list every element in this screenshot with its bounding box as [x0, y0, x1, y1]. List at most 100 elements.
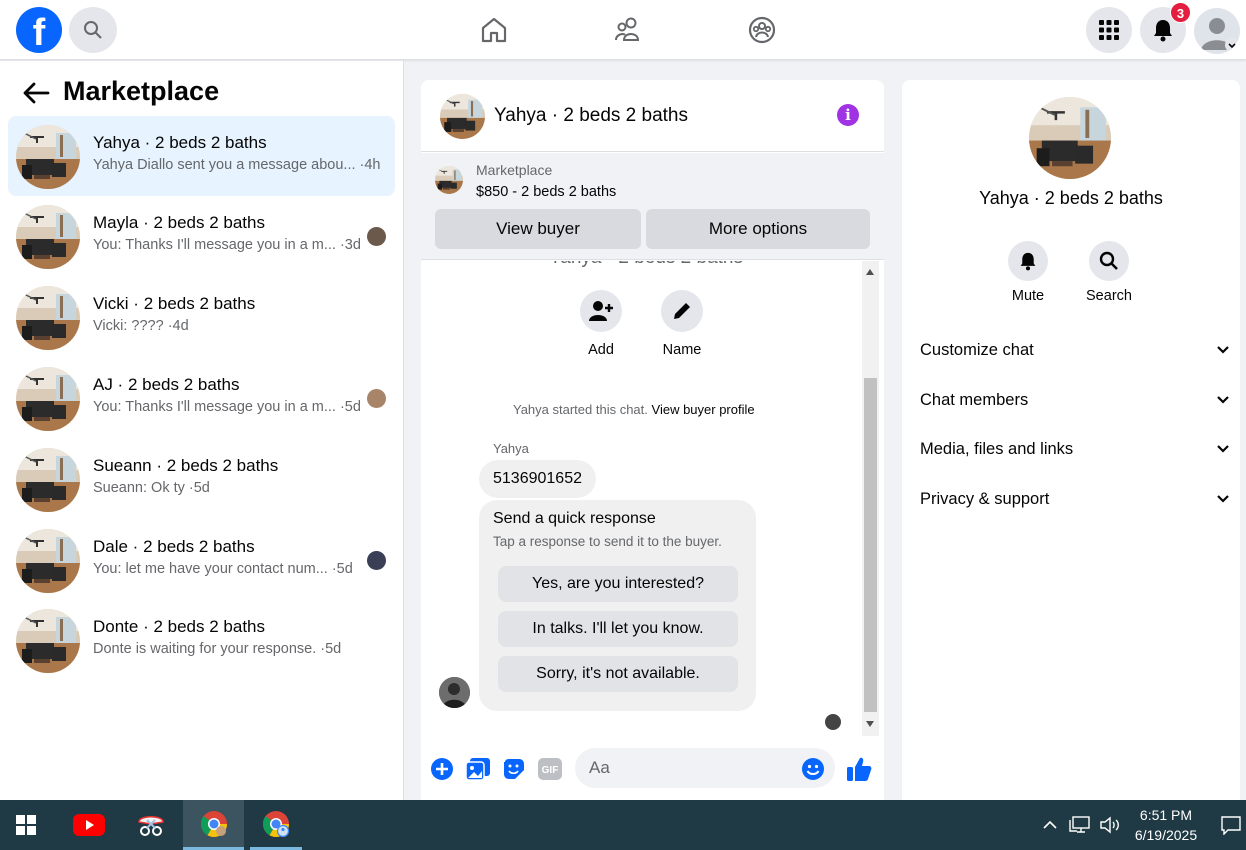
conversation-name: AJ · 2 beds 2 baths — [93, 375, 240, 394]
show-hidden-icons-button[interactable] — [1038, 800, 1062, 850]
chrome-profile-taskbar-button[interactable] — [250, 800, 302, 850]
listing-thumbnail — [16, 286, 80, 350]
section-label: Customize chat — [920, 340, 1034, 359]
view-buyer-button[interactable]: View buyer — [435, 209, 641, 249]
clock-time: 6:51 PM — [1139, 807, 1193, 823]
scroll-thumb[interactable] — [864, 378, 877, 712]
conversation-snippet: You: Thanks I'll message you in a m... ·… — [93, 399, 361, 415]
back-arrow-icon[interactable] — [22, 81, 50, 105]
search-action[interactable]: Search — [1079, 241, 1139, 304]
scroll-down-arrow[interactable] — [866, 721, 874, 727]
mute-action[interactable]: Mute — [998, 241, 1058, 304]
quick-response-button[interactable]: In talks. I'll let you know. — [498, 611, 738, 647]
conversation-name: Sueann · 2 beds 2 baths — [93, 456, 279, 475]
chrome-taskbar-button[interactable] — [183, 800, 244, 850]
section-label: Media, files and links — [920, 439, 1074, 458]
search-icon — [1099, 251, 1118, 270]
home-tab[interactable] — [476, 12, 512, 48]
privacy-support-section[interactable]: Privacy & support — [920, 482, 1230, 516]
gif-icon: GIF — [538, 758, 562, 780]
conversation-name: Donte · 2 beds 2 baths — [93, 617, 266, 636]
sender-name: Yahya — [493, 441, 529, 456]
listing-thumbnail — [16, 205, 80, 269]
conversation-snippet: Donte is waiting for your response. ·5d — [93, 641, 342, 657]
system-clock[interactable]: 6:51 PM 6/19/2025 — [1126, 805, 1206, 845]
more-options-button[interactable]: More options — [646, 209, 870, 249]
scissors-icon — [138, 816, 164, 836]
sender-avatar[interactable] — [439, 677, 470, 708]
mute-label: Mute — [1011, 288, 1045, 304]
search-button[interactable] — [69, 7, 117, 53]
conversation-snippet: You: let me have your contact num... ·5d — [93, 561, 353, 577]
conversation-snippet: You: Thanks I'll message you in a m... ·… — [93, 237, 361, 253]
listing-source: Marketplace — [476, 162, 553, 178]
gif-button[interactable]: GIF — [538, 757, 562, 781]
name-action[interactable]: Name — [652, 290, 712, 358]
seen-avatar — [367, 227, 386, 246]
conversation-item[interactable]: Mayla · 2 beds 2 baths You: Thanks I'll … — [8, 196, 395, 276]
quick-response-button[interactable]: Sorry, it's not available. — [498, 656, 738, 692]
scroll-up-arrow[interactable] — [866, 269, 874, 275]
plus-circle-icon — [431, 758, 453, 780]
bell-icon — [1154, 20, 1172, 42]
chrome-icon — [262, 810, 290, 837]
chevron-up-icon — [1043, 820, 1057, 829]
chat-title[interactable]: Yahya · 2 beds 2 baths — [494, 105, 688, 127]
listing-thumbnail — [440, 94, 485, 139]
smiley-icon — [802, 758, 824, 780]
add-action[interactable]: Add — [571, 290, 631, 358]
chat-members-section[interactable]: Chat members — [920, 383, 1230, 417]
chat-details-panel: Yahya · 2 beds 2 baths Mute Search Custo… — [902, 80, 1240, 800]
conversation-item[interactable]: Vicki · 2 beds 2 baths Vicki: ???? ·4d — [8, 277, 395, 357]
conversation-name: Vicki · 2 beds 2 baths — [93, 294, 256, 313]
snipping-tool-taskbar-button[interactable] — [124, 800, 178, 850]
emoji-button[interactable] — [801, 757, 825, 781]
read-receipt-avatar — [825, 714, 841, 730]
view-buyer-profile-link[interactable]: View buyer profile — [652, 402, 755, 417]
start-button[interactable] — [0, 800, 52, 850]
message-scrollbar[interactable] — [862, 261, 879, 736]
sticker-icon — [504, 759, 524, 779]
sticker-button[interactable] — [502, 757, 526, 781]
seen-avatar — [367, 389, 386, 408]
network-tray-button[interactable] — [1066, 800, 1094, 850]
like-button[interactable] — [845, 755, 873, 783]
info-icon[interactable]: i — [837, 104, 859, 126]
conversation-item[interactable]: AJ · 2 beds 2 baths You: Thanks I'll mes… — [8, 358, 395, 438]
customize-chat-section[interactable]: Customize chat — [920, 333, 1230, 367]
conversation-item[interactable]: Yahya · 2 beds 2 baths Yahya Diallo sent… — [8, 116, 395, 196]
groups-tab[interactable] — [744, 12, 780, 48]
volume-tray-button[interactable] — [1096, 800, 1124, 850]
thumbs-up-icon — [847, 757, 872, 781]
more-actions-button[interactable] — [430, 757, 454, 781]
conversation-snippet: Sueann: Ok ty ·5d — [93, 480, 210, 496]
attach-photo-button[interactable] — [466, 757, 490, 781]
message-input[interactable] — [575, 748, 835, 788]
network-icon — [1069, 816, 1090, 833]
chevron-down-icon — [1217, 495, 1229, 503]
youtube-taskbar-button[interactable] — [62, 800, 116, 850]
notification-center-icon — [1221, 816, 1241, 835]
conversation-item[interactable]: Sueann · 2 beds 2 baths Sueann: Ok ty ·5… — [8, 439, 395, 519]
thread-title: Yahya · 2 beds 2 baths — [549, 261, 743, 269]
chat-started-notice: Yahya started this chat. View buyer prof… — [513, 402, 755, 417]
listing-price[interactable]: $850 - 2 beds 2 baths — [476, 184, 616, 200]
account-avatar[interactable] — [1194, 8, 1240, 54]
listing-thumbnail — [1029, 97, 1111, 179]
quick-response-button[interactable]: Yes, are you interested? — [498, 566, 738, 602]
section-label: Privacy & support — [920, 489, 1050, 508]
friends-icon — [615, 17, 640, 41]
facebook-logo[interactable]: f — [16, 7, 62, 53]
media-files-links-section[interactable]: Media, files and links — [920, 432, 1230, 466]
friends-tab[interactable] — [610, 12, 646, 48]
action-center-button[interactable] — [1216, 800, 1246, 850]
youtube-icon — [73, 814, 105, 836]
conversation-item[interactable]: Dale · 2 beds 2 baths You: let me have y… — [8, 520, 395, 600]
menu-button[interactable] — [1086, 7, 1132, 53]
message-bubble[interactable]: 5136901652 — [479, 460, 596, 498]
page-title: Marketplace — [63, 76, 220, 106]
add-person-icon — [589, 301, 613, 321]
conversation-item[interactable]: Donte · 2 beds 2 baths Donte is waiting … — [8, 600, 395, 680]
details-title: Yahya · 2 beds 2 baths — [979, 188, 1163, 208]
conversation-name: Mayla · 2 beds 2 baths — [93, 213, 265, 232]
